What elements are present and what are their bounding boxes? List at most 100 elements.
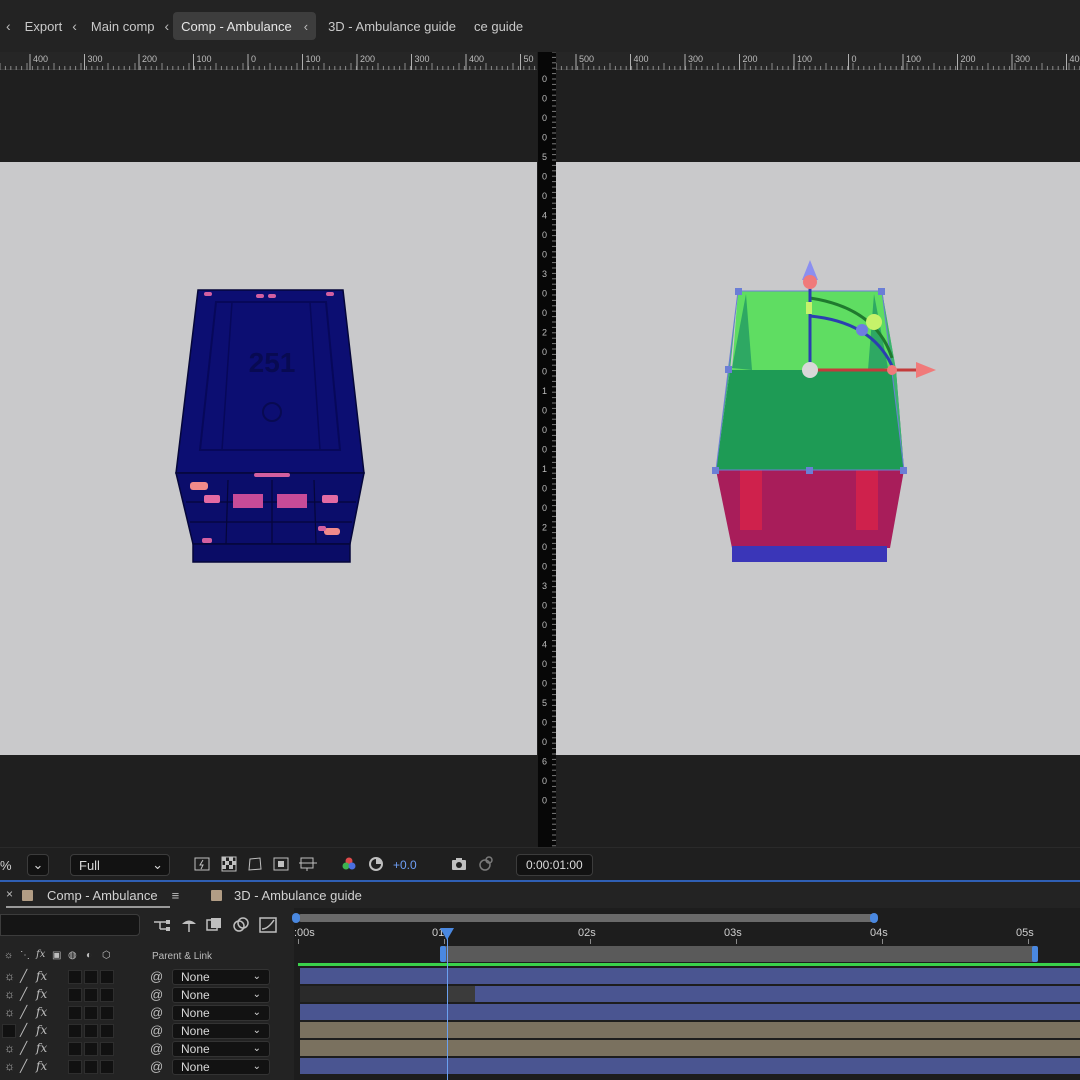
quality-slash-icon[interactable]: ╱ xyxy=(20,1041,27,1055)
reset-exposure-icon[interactable] xyxy=(366,854,386,874)
breadcrumb-item-export[interactable]: ‹ Export xyxy=(6,12,72,40)
pick-whip-icon[interactable]: @ xyxy=(150,1041,163,1056)
layer-bar[interactable] xyxy=(475,986,1080,1002)
parent-dropdown[interactable]: None ⌄ xyxy=(172,1041,270,1057)
navigator-start-handle[interactable] xyxy=(292,913,300,923)
shy-icon[interactable]: ☼ xyxy=(4,1005,15,1019)
layer-row[interactable]: ☼ ╱ fx @ None ⌄ xyxy=(0,1004,294,1022)
navigator-end-handle[interactable] xyxy=(870,913,878,923)
switch-box[interactable] xyxy=(100,1006,114,1020)
timeline-graph[interactable]: :00s 01s 02s 03s 04s 05s xyxy=(292,908,1080,1080)
layer-bar[interactable] xyxy=(300,968,1080,984)
resolution-select[interactable]: Full ⌄ xyxy=(70,854,170,876)
layer-search-input[interactable] xyxy=(0,914,140,936)
layer-bar[interactable] xyxy=(300,1058,1080,1074)
switch-box[interactable] xyxy=(84,970,98,984)
mask-path-visibility-icon[interactable] xyxy=(245,854,265,874)
show-snapshot-icon[interactable] xyxy=(475,854,495,874)
pick-whip-icon[interactable]: @ xyxy=(150,969,163,984)
switch-box[interactable] xyxy=(68,1060,82,1074)
color-channels-icon[interactable] xyxy=(339,854,359,874)
shy-icon[interactable]: ☼ xyxy=(4,1059,15,1073)
parent-dropdown[interactable]: None ⌄ xyxy=(172,969,270,985)
breadcrumb-item-guide[interactable]: ce guide xyxy=(466,12,533,40)
shy-icon[interactable]: ☼ xyxy=(4,1041,15,1055)
graph-editor-icon[interactable] xyxy=(259,917,277,936)
draft-3d-icon[interactable] xyxy=(180,917,198,936)
fx-icon[interactable]: fx xyxy=(36,1059,47,1073)
shy-icon[interactable]: ☼ xyxy=(4,969,15,983)
quality-slash-icon[interactable]: ╱ xyxy=(20,1005,27,1019)
parent-dropdown[interactable]: None ⌄ xyxy=(172,1005,270,1021)
zoom-dropdown[interactable]: ⌄ xyxy=(27,854,49,876)
exposure-value[interactable]: +0.0 xyxy=(393,854,417,876)
fx-icon[interactable]: fx xyxy=(36,1023,47,1037)
breadcrumb-item-3d-ambulance-guide[interactable]: 3D - Ambulance guide xyxy=(322,12,466,40)
switch-box[interactable] xyxy=(68,970,82,984)
switch-box[interactable] xyxy=(68,1042,82,1056)
motion-blur-icon[interactable] xyxy=(232,917,250,936)
fx-icon[interactable]: fx xyxy=(36,987,47,1001)
layer-row[interactable]: ☼ ╱ fx @ None ⌄ xyxy=(0,986,294,1004)
quality-slash-icon[interactable]: ╱ xyxy=(20,987,27,1001)
breadcrumb-item-main-comp[interactable]: ‹ Main comp xyxy=(72,12,164,40)
parent-dropdown[interactable]: None ⌄ xyxy=(172,1023,270,1039)
transparency-grid-icon[interactable] xyxy=(219,854,239,874)
tab-comp-ambulance[interactable]: Comp - Ambulance ≡ xyxy=(22,886,179,904)
tab-3d-ambulance-guide[interactable]: 3D - Ambulance guide xyxy=(211,886,362,904)
close-icon[interactable]: × xyxy=(6,887,13,901)
switch-box[interactable] xyxy=(84,1006,98,1020)
switch-box[interactable] xyxy=(100,1042,114,1056)
resolution-dropdown[interactable]: Full ⌄ xyxy=(70,854,170,876)
layer-bar[interactable] xyxy=(300,1004,1080,1020)
layer-row[interactable]: ╱ fx @ None ⌄ xyxy=(0,1022,294,1040)
switch-box[interactable] xyxy=(100,970,114,984)
viewer-right[interactable] xyxy=(556,70,1080,847)
layer-row[interactable]: ☼ ╱ fx @ None ⌄ xyxy=(0,1058,294,1076)
parent-dropdown[interactable]: None ⌄ xyxy=(172,1059,270,1075)
fx-icon[interactable]: fx xyxy=(36,1005,47,1019)
switch-box[interactable] xyxy=(84,1042,98,1056)
layer-bar[interactable] xyxy=(300,1022,1080,1038)
work-area-end-handle[interactable] xyxy=(1032,946,1038,962)
layer-bar[interactable] xyxy=(300,1040,1080,1056)
fx-icon[interactable]: fx xyxy=(36,1041,47,1055)
composition-flowchart-icon[interactable] xyxy=(152,918,172,935)
fx-icon[interactable]: fx xyxy=(36,969,47,983)
switch-box[interactable] xyxy=(2,1024,16,1038)
quality-slash-icon[interactable]: ╱ xyxy=(20,1023,27,1037)
switch-box[interactable] xyxy=(68,988,82,1002)
layer-row[interactable]: ☼ ╱ fx @ None ⌄ xyxy=(0,968,294,986)
timecode-value[interactable]: 0:00:01:00 xyxy=(516,854,593,876)
fast-previews-icon[interactable] xyxy=(192,854,212,874)
switch-box[interactable] xyxy=(68,1006,82,1020)
current-time-display[interactable]: 0:00:01:00 xyxy=(516,854,593,876)
region-of-interest-icon[interactable] xyxy=(271,854,291,874)
work-area-bar[interactable] xyxy=(444,946,1034,962)
pick-whip-icon[interactable]: @ xyxy=(150,1023,163,1038)
switch-box[interactable] xyxy=(100,1024,114,1038)
switch-box[interactable] xyxy=(84,1024,98,1038)
work-area-start-handle[interactable] xyxy=(440,946,446,962)
switch-box[interactable] xyxy=(68,1024,82,1038)
quality-slash-icon[interactable]: ╱ xyxy=(20,969,27,983)
zoom-percent[interactable]: % xyxy=(0,854,12,876)
switch-box[interactable] xyxy=(100,988,114,1002)
layer-row[interactable]: ☼ ╱ fx @ None ⌄ xyxy=(0,1040,294,1058)
switch-box[interactable] xyxy=(100,1060,114,1074)
time-navigator-bar[interactable] xyxy=(298,914,874,922)
playhead-handle[interactable] xyxy=(440,928,454,945)
switch-box[interactable] xyxy=(84,988,98,1002)
parent-dropdown[interactable]: None ⌄ xyxy=(172,987,270,1003)
shy-icon[interactable]: ☼ xyxy=(4,987,15,1001)
breadcrumb-item-comp-ambulance[interactable]: Comp - Ambulance ‹ xyxy=(173,12,317,40)
zoom-dropdown-button[interactable]: ⌄ xyxy=(27,854,49,876)
switch-box[interactable] xyxy=(84,1060,98,1074)
camera-snapshot-icon[interactable] xyxy=(449,854,469,874)
frame-blending-icon[interactable] xyxy=(205,917,223,936)
hamburger-menu-icon[interactable]: ≡ xyxy=(172,888,180,903)
viewer-left[interactable]: 251 xyxy=(0,70,537,847)
pick-whip-icon[interactable]: @ xyxy=(150,987,163,1002)
guides-grid-icon[interactable] xyxy=(298,854,318,874)
playhead-line[interactable] xyxy=(447,930,448,1080)
